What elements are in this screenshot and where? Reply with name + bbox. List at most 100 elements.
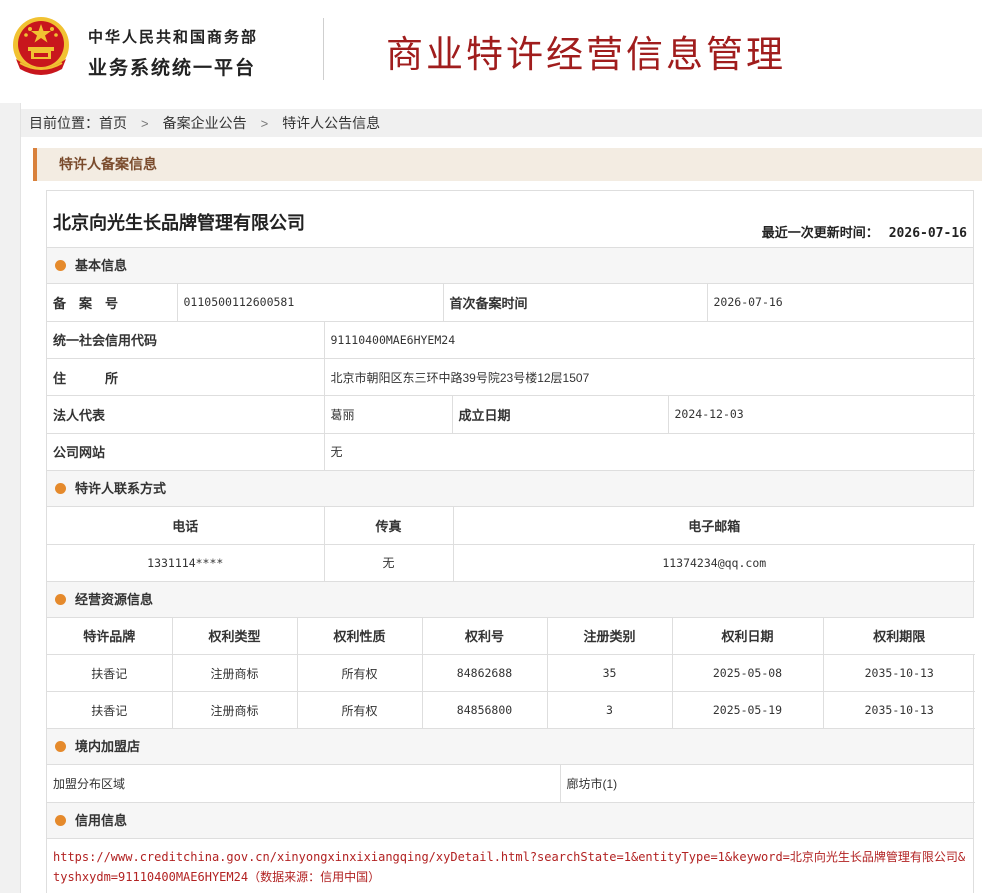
breadcrumb-home-link[interactable]: 首页 bbox=[99, 115, 127, 131]
column-header-right-term: 权利期限 bbox=[822, 617, 975, 655]
first-record-label: 首次备案时间 bbox=[442, 284, 708, 322]
record-no-label: 备 案 号 bbox=[47, 284, 178, 322]
resources-title: 经营资源信息 bbox=[75, 591, 154, 607]
column-header-brand: 特许品牌 bbox=[47, 617, 173, 655]
page-body: 目前位置：首页 > 备案企业公告 > 特许人公告信息 特许人备案信息 北京向光生长品牌管… bbox=[0, 103, 982, 893]
cell-right-no: 84862688 bbox=[421, 654, 548, 692]
bullet-icon bbox=[55, 593, 66, 605]
table-row: 加盟分布区域 廊坊市(1) bbox=[47, 765, 975, 803]
table-row: 公司网站 无 bbox=[47, 433, 975, 471]
franchise-area-link[interactable]: 廊坊市(1) bbox=[559, 765, 975, 803]
org-name-line1: 中华人民共和国商务部 bbox=[88, 29, 259, 46]
breadcrumb-announcements-link[interactable]: 备案企业公告 bbox=[163, 115, 247, 131]
email-value: 11374234@qq.com bbox=[452, 543, 975, 582]
table-row: 统一社会信用代码 91110400MAE6HYEM24 bbox=[47, 321, 975, 359]
resources-header: 经营资源信息 bbox=[47, 581, 973, 618]
legal-rep-label: 法人代表 bbox=[47, 396, 325, 434]
org-name-line2: 业务系统统一平台 bbox=[88, 58, 257, 79]
table-row: 扶香记 注册商标 所有权 84856800 3 2025-05-19 2035-… bbox=[47, 691, 975, 729]
franchise-table: 加盟分布区域 廊坊市(1) bbox=[47, 765, 975, 803]
contact-header: 特许人联系方式 bbox=[47, 471, 973, 507]
basic-info-table-2: 统一社会信用代码 91110400MAE6HYEM24 住 所 北京市朝阳区东三… bbox=[47, 321, 975, 396]
basic-info-table-4: 公司网站 无 bbox=[47, 433, 975, 471]
cell-right-nature: 所有权 bbox=[296, 691, 423, 729]
breadcrumb-separator: > bbox=[141, 116, 149, 131]
credit-code-value: 91110400MAE6HYEM24 bbox=[323, 321, 975, 359]
basic-info-header: 基本信息 bbox=[47, 248, 973, 284]
table-row: 住 所 北京市朝阳区东三环中路39号院23号楼12层1507 bbox=[47, 358, 975, 396]
address-label: 住 所 bbox=[47, 358, 325, 396]
cell-right-type: 注册商标 bbox=[171, 654, 298, 692]
credit-info: https://www.creditchina.gov.cn/xinyongxi… bbox=[47, 839, 973, 893]
cell-right-type: 注册商标 bbox=[171, 691, 298, 729]
breadcrumb-separator: > bbox=[260, 116, 269, 131]
cell-right-nature: 所有权 bbox=[296, 654, 423, 692]
basic-info-table-3: 法人代表 葛丽 成立日期 2024-12-03 bbox=[47, 396, 975, 434]
credit-title: 信用信息 bbox=[75, 812, 128, 828]
basic-info-title: 基本信息 bbox=[75, 258, 128, 273]
header-divider bbox=[323, 18, 324, 80]
cell-reg-class: 35 bbox=[546, 654, 673, 692]
franchise-header: 境内加盟店 bbox=[47, 729, 973, 765]
content-panel: 目前位置：首页 > 备案企业公告 > 特许人公告信息 特许人备案信息 北京向光生长品牌管… bbox=[20, 103, 982, 893]
column-header-right-no: 权利号 bbox=[421, 617, 548, 655]
column-header-phone: 电话 bbox=[47, 507, 325, 545]
table-header-row: 特许品牌 权利类型 权利性质 权利号 注册类别 权利日期 权利期限 bbox=[47, 617, 975, 655]
phone-value: 1331114**** bbox=[47, 543, 325, 582]
company-name: 北京向光生长品牌管理有限公司 bbox=[53, 213, 305, 233]
website-label: 公司网站 bbox=[47, 433, 325, 471]
cell-right-date: 2025-05-19 bbox=[671, 691, 824, 729]
website-value: 无 bbox=[323, 433, 975, 471]
record-no-value: 0110500112600581 bbox=[176, 284, 444, 322]
company-header: 北京向光生长品牌管理有限公司 最近一次更新时间： 2026-07-16 bbox=[47, 191, 973, 248]
first-record-value: 2026-07-16 bbox=[706, 284, 973, 322]
breadcrumb: 目前位置：首页 > 备案企业公告 > 特许人公告信息 bbox=[21, 109, 982, 137]
breadcrumb-prefix: 目前位置： bbox=[29, 115, 99, 131]
table-row: 法人代表 葛丽 成立日期 2024-12-03 bbox=[47, 396, 975, 434]
cell-right-date: 2025-05-08 bbox=[671, 654, 824, 692]
resources-table: 特许品牌 权利类型 权利性质 权利号 注册类别 权利日期 权利期限 扶香记 注册… bbox=[47, 617, 975, 729]
address-value: 北京市朝阳区东三环中路39号院23号楼12层1507 bbox=[323, 358, 975, 396]
founded-value: 2024-12-03 bbox=[667, 396, 975, 434]
bullet-icon bbox=[55, 814, 66, 826]
table-header-row: 电话 传真 电子邮箱 bbox=[47, 507, 975, 545]
national-emblem-icon bbox=[13, 17, 69, 75]
cell-brand: 扶香记 bbox=[47, 691, 173, 729]
last-update-label: 最近一次更新时间： bbox=[761, 225, 879, 240]
column-header-email: 电子邮箱 bbox=[452, 507, 975, 545]
cell-right-no: 84856800 bbox=[421, 691, 548, 729]
credit-china-link[interactable]: https://www.creditchina.gov.cn/xinyongxi… bbox=[53, 850, 965, 884]
credit-source: （数据来源：信用中国） bbox=[248, 869, 381, 884]
fax-value: 无 bbox=[323, 543, 454, 582]
site-header: 中华人民共和国商务部 业务系统统一平台 商业特许经营信息管理 bbox=[0, 0, 982, 103]
last-update-value: 2026-07-16 bbox=[888, 226, 967, 241]
column-header-fax: 传真 bbox=[323, 507, 454, 545]
franchisor-card: 北京向光生长品牌管理有限公司 最近一次更新时间： 2026-07-16 基本信息 … bbox=[46, 190, 975, 893]
franchise-title: 境内加盟店 bbox=[75, 739, 141, 754]
founded-label: 成立日期 bbox=[451, 396, 669, 434]
cell-right-term: 2035-10-13 bbox=[822, 654, 975, 692]
last-update: 最近一次更新时间： 2026-07-16 bbox=[762, 222, 967, 241]
breadcrumb-current: 特许人公告信息 bbox=[282, 115, 381, 131]
bullet-icon bbox=[55, 260, 66, 271]
legal-rep-value: 葛丽 bbox=[323, 396, 453, 434]
cell-brand: 扶香记 bbox=[47, 654, 173, 692]
column-header-right-date: 权利日期 bbox=[671, 617, 824, 655]
franchise-area-label: 加盟分布区域 bbox=[47, 765, 561, 803]
org-name: 中华人民共和国商务部 业务系统统一平台 bbox=[88, 26, 258, 80]
bullet-icon bbox=[55, 741, 66, 752]
column-header-reg-class: 注册类别 bbox=[546, 617, 673, 655]
credit-header: 信用信息 bbox=[47, 802, 973, 839]
bullet-icon bbox=[55, 483, 66, 494]
cell-right-term: 2035-10-13 bbox=[822, 691, 975, 729]
cell-reg-class: 3 bbox=[546, 691, 673, 729]
contact-table: 电话 传真 电子邮箱 1331114**** 无 11374234@qq.com bbox=[47, 507, 975, 582]
basic-info-table: 备 案 号 0110500112600581 首次备案时间 2026-07-16 bbox=[47, 284, 973, 322]
contact-title: 特许人联系方式 bbox=[75, 481, 167, 496]
credit-code-label: 统一社会信用代码 bbox=[47, 321, 325, 359]
section-tab-franchisor-info: 特许人备案信息 bbox=[33, 148, 982, 181]
table-row: 扶香记 注册商标 所有权 84862688 35 2025-05-08 2035… bbox=[47, 654, 975, 692]
table-row: 1331114**** 无 11374234@qq.com bbox=[47, 543, 975, 582]
site-title: 商业特许经营信息管理 bbox=[386, 33, 786, 76]
column-header-right-nature: 权利性质 bbox=[296, 617, 423, 655]
